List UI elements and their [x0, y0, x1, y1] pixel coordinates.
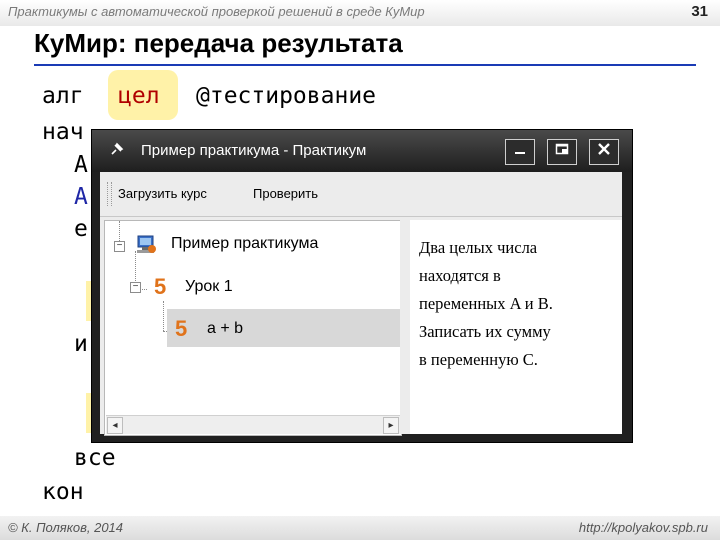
code-line-e: е: [74, 216, 88, 242]
scroll-right-icon[interactable]: ▸: [383, 417, 399, 434]
root-collapse-icon[interactable]: −: [114, 241, 125, 252]
window-titlebar[interactable]: Пример практикума - Практикум: [92, 130, 632, 172]
slide-footer: © К. Поляков, 2014 http://kpolyakov.spb.…: [0, 516, 720, 540]
code-line-a2: A: [74, 184, 88, 210]
maximize-button[interactable]: [547, 139, 577, 165]
code-kon: кон: [42, 479, 84, 505]
slide-title: КуМир: передача результата: [34, 28, 403, 58]
window-body: Загрузить курс Проверить − Пример практи…: [100, 172, 622, 436]
code-cel: цел: [118, 83, 160, 109]
minimize-button[interactable]: [505, 139, 535, 165]
page-number: 31: [691, 3, 708, 20]
load-course-button[interactable]: Загрузить курс: [118, 186, 207, 201]
check-button[interactable]: Проверить: [253, 186, 318, 201]
code-testing: @тестирование: [196, 83, 377, 109]
tree-root-label[interactable]: Пример практикума: [171, 235, 318, 253]
course-icon: [132, 233, 158, 257]
maximize-icon: [555, 143, 569, 155]
tree-connector: [119, 221, 120, 241]
code-vse: все: [74, 445, 116, 471]
selected-row-highlight: [167, 309, 401, 347]
task-description: Два целых числа находятся в переменных A…: [419, 238, 553, 369]
pin-icon[interactable]: [110, 142, 124, 156]
lesson-grade-icon: 5: [154, 274, 167, 299]
tree-lesson-label[interactable]: Урок 1: [185, 278, 233, 296]
horizontal-scrollbar[interactable]: ◂ ▸: [106, 415, 400, 434]
task-description-pane: Два целых числа находятся в переменных A…: [410, 220, 622, 434]
code-nach: нач: [42, 119, 84, 145]
pane-splitter[interactable]: [400, 220, 410, 434]
close-icon: [598, 143, 610, 155]
window-title: Пример практикума - Практикум: [141, 142, 367, 159]
footer-copyright: © К. Поляков, 2014: [8, 520, 124, 535]
slide-header-bar: Практикумы с автоматической проверкой ре…: [0, 0, 720, 26]
toolbar: Загрузить курс Проверить: [100, 172, 622, 217]
footer-url[interactable]: http://kpolyakov.spb.ru: [579, 520, 708, 535]
code-line-i: и: [74, 331, 88, 357]
title-underline: [34, 64, 696, 66]
tree-task-label[interactable]: a + b: [207, 320, 243, 338]
task-grade-icon: 5: [175, 316, 188, 341]
close-button[interactable]: [589, 139, 619, 165]
toolbar-grip[interactable]: [107, 182, 112, 206]
slide-header-text: Практикумы с автоматической проверкой ре…: [8, 4, 425, 19]
minimize-icon: [515, 152, 525, 154]
code-alg: алг: [42, 83, 84, 109]
course-tree[interactable]: − Пример практикума − 5 Урок 1 5 a + b ◂…: [104, 220, 402, 436]
code-line-a1: A: [74, 152, 88, 178]
lesson-collapse-icon[interactable]: −: [130, 282, 141, 293]
practicum-window: Пример практикума - Практикум Загрузить …: [91, 129, 633, 443]
tree-connector: [163, 301, 164, 331]
scroll-left-icon[interactable]: ◂: [107, 417, 123, 434]
